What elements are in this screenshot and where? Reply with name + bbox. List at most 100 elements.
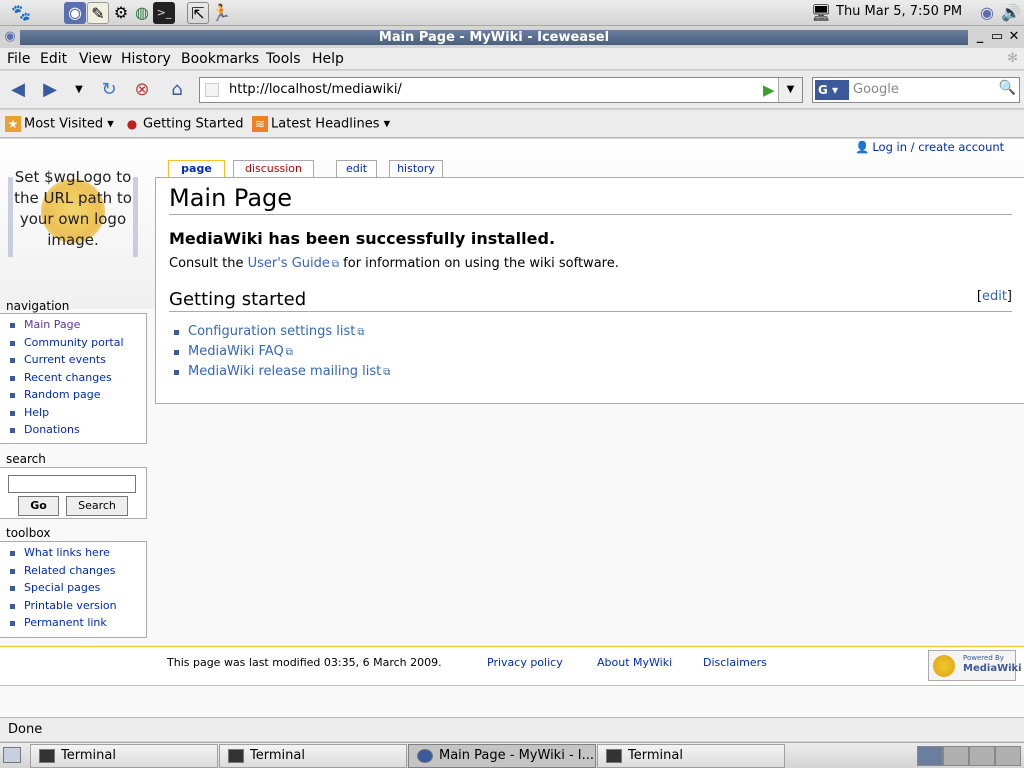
workspace-3[interactable] — [969, 746, 995, 766]
search-button[interactable]: Search — [66, 496, 128, 516]
site-identity-icon[interactable] — [205, 83, 219, 97]
task-browser[interactable]: Main Page - MyWiki - I... — [408, 744, 596, 768]
show-desktop-icon[interactable] — [3, 747, 21, 763]
about-link[interactable]: About MyWiki — [597, 656, 672, 669]
bookmark-most-visited[interactable]: ★ Most Visited ▾ — [5, 116, 114, 132]
disclaimers-link[interactable]: Disclaimers — [703, 656, 767, 669]
run-icon[interactable]: 🏃 — [210, 2, 232, 24]
tool-special-pages[interactable]: Special pages — [10, 581, 146, 599]
login-link[interactable]: Log in / create account — [872, 140, 1004, 154]
task-terminal-3-label: Terminal — [628, 748, 683, 763]
file-manager-icon[interactable]: ⚙ — [110, 2, 132, 24]
menu-view[interactable]: View — [79, 51, 112, 67]
text-editor-icon[interactable]: ✎ — [87, 2, 109, 24]
forward-icon[interactable]: ▶ — [38, 78, 62, 102]
toolbox-portlet: What links here Related changes Special … — [0, 541, 147, 638]
edit-section-label[interactable]: edit — [982, 289, 1007, 304]
task-terminal-1[interactable]: Terminal — [30, 744, 218, 768]
search-bar[interactable]: G ▾ Google 🔍 — [812, 77, 1020, 103]
list-item[interactable]: Configuration settings list ⧉ — [174, 324, 390, 344]
globe-icon[interactable]: ◍ — [131, 2, 153, 24]
task-terminal-2-label: Terminal — [250, 748, 305, 763]
nav-current-events[interactable]: Current events — [10, 353, 146, 371]
bookmark-most-visited-label: Most Visited — [24, 116, 104, 132]
wiki-search-input[interactable] — [8, 475, 136, 493]
wiki-logo[interactable]: Set $wgLogo to the URL path to your own … — [8, 167, 138, 267]
list-item[interactable]: MediaWiki release mailing list ⧉ — [174, 364, 390, 384]
search-engine-selector[interactable]: G ▾ — [815, 80, 849, 100]
menu-file[interactable]: File — [7, 51, 30, 67]
mailing-list-link[interactable]: MediaWiki release mailing list — [188, 364, 381, 379]
list-item[interactable]: MediaWiki FAQ ⧉ — [174, 344, 390, 364]
volume-icon[interactable]: 🔊 — [1000, 2, 1022, 24]
tool-related-changes[interactable]: Related changes — [10, 564, 146, 582]
page-footer: This page was last modified 03:35, 6 Mar… — [0, 646, 1024, 686]
workspace-switcher — [917, 746, 1021, 766]
titlebar-strip[interactable]: Main Page - MyWiki - Iceweasel — [20, 30, 968, 45]
gnome-foot-icon[interactable]: 🐾 — [10, 2, 32, 24]
menu-tools[interactable]: Tools — [266, 51, 301, 67]
workspace-1[interactable] — [917, 746, 943, 766]
home-icon[interactable]: ⌂ — [165, 78, 189, 102]
tab-edit[interactable]: edit — [336, 160, 377, 177]
tab-page[interactable]: page — [168, 160, 225, 178]
history-dropdown-icon[interactable]: ▼ — [67, 78, 91, 102]
taskbar: Terminal Terminal Main Page - MyWiki - I… — [0, 742, 1024, 768]
tool-permanent-link[interactable]: Permanent link — [10, 616, 146, 634]
terminal-icon[interactable]: >_ — [153, 2, 175, 24]
nav-community-portal[interactable]: Community portal — [10, 336, 146, 354]
page-title: Main Page — [169, 184, 1012, 215]
task-terminal-3[interactable]: Terminal — [597, 744, 785, 768]
task-browser-label: Main Page - MyWiki - I... — [439, 748, 595, 763]
navigation-heading: navigation — [6, 299, 70, 313]
menu-help[interactable]: Help — [312, 51, 344, 67]
terminal-icon — [606, 749, 622, 763]
nav-recent-changes[interactable]: Recent changes — [10, 371, 146, 389]
throbber-icon: ✻ — [1007, 51, 1018, 66]
network-monitor-icon[interactable]: 🖥 — [810, 2, 832, 24]
tool-what-links-here[interactable]: What links here — [10, 546, 146, 564]
faq-link[interactable]: MediaWiki FAQ — [188, 344, 284, 359]
stop-icon[interactable]: ⊗ — [130, 78, 154, 102]
reload-icon[interactable]: ↻ — [97, 78, 121, 102]
url-text[interactable]: http://localhost/mediawiki/ — [229, 82, 402, 97]
privacy-policy-link[interactable]: Privacy policy — [487, 656, 563, 669]
nav-help[interactable]: Help — [10, 406, 146, 424]
browser-icon[interactable]: ◉ — [64, 2, 86, 24]
go-icon[interactable]: ▶ — [763, 81, 775, 99]
clock[interactable]: Thu Mar 5, 7:50 PM — [836, 4, 962, 19]
tab-history[interactable]: history — [389, 160, 443, 177]
window-titlebar[interactable]: ◉ Main Page - MyWiki - Iceweasel _ ▭ ✕ — [0, 28, 1024, 48]
window-menu-icon[interactable]: ◉ — [2, 29, 18, 45]
search-placeholder[interactable]: Google — [853, 82, 899, 97]
nav-donations[interactable]: Donations — [10, 423, 146, 441]
url-bar[interactable]: http://localhost/mediawiki/ ▶ ▼ — [199, 77, 803, 103]
bookmark-latest-headlines[interactable]: ≋ Latest Headlines ▾ — [252, 116, 390, 132]
workspace-2[interactable] — [943, 746, 969, 766]
menu-bookmarks[interactable]: Bookmarks — [181, 51, 259, 67]
bookmark-getting-started[interactable]: ● Getting Started — [124, 116, 244, 132]
terminal-icon — [39, 749, 55, 763]
powered-by-mediawiki-badge[interactable]: Powered By MediaWiki — [928, 650, 1022, 681]
back-icon[interactable]: ◀ — [6, 78, 30, 102]
tool-printable-version[interactable]: Printable version — [10, 599, 146, 617]
close-icon[interactable]: ✕ — [1006, 29, 1022, 45]
minimize-icon[interactable]: _ — [972, 29, 988, 45]
users-guide-link[interactable]: User's Guide — [248, 256, 330, 271]
screenshot-icon[interactable]: ⇱ — [187, 2, 209, 24]
go-button[interactable]: Go — [18, 496, 59, 516]
search-icon[interactable]: 🔍 — [999, 80, 1016, 96]
update-icon[interactable]: ◉ — [976, 2, 998, 24]
workspace-4[interactable] — [995, 746, 1021, 766]
personal-tools[interactable]: 👤 Log in / create account — [855, 140, 1004, 154]
nav-main-page[interactable]: Main Page — [10, 318, 146, 336]
menu-edit[interactable]: Edit — [40, 51, 67, 67]
nav-random-page[interactable]: Random page — [10, 388, 146, 406]
config-settings-link[interactable]: Configuration settings list — [188, 324, 355, 339]
maximize-icon[interactable]: ▭ — [989, 29, 1005, 45]
task-terminal-2[interactable]: Terminal — [219, 744, 407, 768]
edit-section-link[interactable]: [edit] — [977, 289, 1012, 304]
tab-discussion[interactable]: discussion — [233, 160, 314, 177]
menu-history[interactable]: History — [121, 51, 171, 67]
url-dropdown-icon[interactable]: ▼ — [778, 78, 802, 102]
